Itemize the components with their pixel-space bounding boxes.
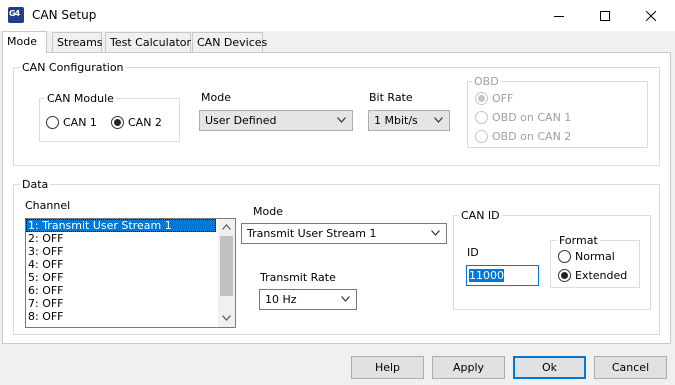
- radio-indicator: [558, 269, 571, 282]
- channel-list-item[interactable]: 7: OFF: [26, 297, 216, 310]
- channel-list-item[interactable]: 2: OFF: [26, 232, 216, 245]
- radio-indicator: [475, 130, 488, 143]
- obd-off-radio[interactable]: OFF: [475, 92, 513, 105]
- chevron-up-icon[interactable]: [222, 224, 231, 230]
- radio-indicator: [475, 111, 488, 124]
- format-label: Format: [557, 234, 600, 247]
- channel-list-item[interactable]: 8: OFF: [26, 310, 216, 323]
- can-module-label: CAN Module: [45, 92, 116, 105]
- channel-list-item[interactable]: 4: OFF: [26, 258, 216, 271]
- data-label: Data: [20, 178, 51, 191]
- id-input[interactable]: 11000: [466, 265, 539, 286]
- chevron-down-icon: [434, 117, 443, 123]
- transmit-rate-select[interactable]: 10 Hz: [259, 289, 357, 310]
- chevron-down-icon: [431, 230, 440, 236]
- channel-list-item[interactable]: 3: OFF: [26, 245, 216, 258]
- app-icon: G4: [8, 7, 24, 23]
- normal-radio[interactable]: Normal: [558, 250, 615, 263]
- window-title: CAN Setup: [32, 8, 97, 22]
- can-id-label: CAN ID: [459, 209, 502, 222]
- transmit-rate-label: Transmit Rate: [260, 271, 336, 284]
- scrollbar-thumb[interactable]: [220, 236, 233, 296]
- maximize-icon: [600, 10, 610, 21]
- title-bar: G4 CAN Setup: [0, 0, 675, 31]
- bit-rate-label: Bit Rate: [369, 91, 413, 104]
- channel-list-item[interactable]: 1: Transmit User Stream 1: [26, 219, 216, 232]
- channel-scrollbar[interactable]: [218, 219, 235, 327]
- radio-indicator: [46, 116, 59, 129]
- radio-indicator: [111, 116, 124, 129]
- channel-list: 1: Transmit User Stream 1 2: OFF 3: OFF 4: …: [26, 219, 235, 323]
- minimize-icon: [554, 15, 564, 17]
- channel-label: Channel: [25, 199, 71, 212]
- maximize-button[interactable]: [582, 0, 628, 31]
- ok-button[interactable]: Ok: [513, 356, 586, 379]
- bit-rate-select[interactable]: 1 Mbit/s: [368, 110, 450, 131]
- mode-label: Mode: [201, 91, 231, 104]
- obd-label: OBD: [472, 75, 501, 88]
- tab-test-calculator[interactable]: Test Calculator: [105, 32, 191, 52]
- channel-listbox[interactable]: 1: Transmit User Stream 1 2: OFF 3: OFF 4: …: [25, 218, 236, 328]
- minimize-button[interactable]: [536, 0, 582, 31]
- radio-indicator: [475, 92, 488, 105]
- channel-list-item[interactable]: 6: OFF: [26, 284, 216, 297]
- obd-on-can1-radio[interactable]: OBD on CAN 1: [475, 111, 571, 124]
- chevron-down-icon: [337, 117, 346, 123]
- channel-list-item[interactable]: 5: OFF: [26, 271, 216, 284]
- radio-indicator: [558, 250, 571, 263]
- cancel-button[interactable]: Cancel: [594, 356, 667, 379]
- tab-mode[interactable]: Mode: [2, 31, 47, 53]
- help-button[interactable]: Help: [351, 356, 424, 379]
- chevron-down-icon: [341, 296, 350, 302]
- tab-streams[interactable]: Streams: [52, 32, 103, 52]
- can1-radio[interactable]: CAN 1: [46, 116, 97, 129]
- obd-on-can2-radio[interactable]: OBD on CAN 2: [475, 130, 571, 143]
- close-button[interactable]: [628, 0, 674, 31]
- data-mode-label: Mode: [253, 205, 283, 218]
- tab-can-devices[interactable]: CAN Devices: [192, 32, 267, 52]
- close-icon: [646, 10, 656, 21]
- chevron-down-icon[interactable]: [222, 315, 231, 321]
- apply-button[interactable]: Apply: [432, 356, 505, 379]
- mode-select[interactable]: User Defined: [199, 110, 353, 131]
- can-configuration-label: CAN Configuration: [20, 61, 126, 74]
- extended-radio[interactable]: Extended: [558, 269, 627, 282]
- id-label: ID: [467, 246, 479, 259]
- can2-radio[interactable]: CAN 2: [111, 116, 162, 129]
- data-mode-select[interactable]: Transmit User Stream 1: [241, 223, 447, 244]
